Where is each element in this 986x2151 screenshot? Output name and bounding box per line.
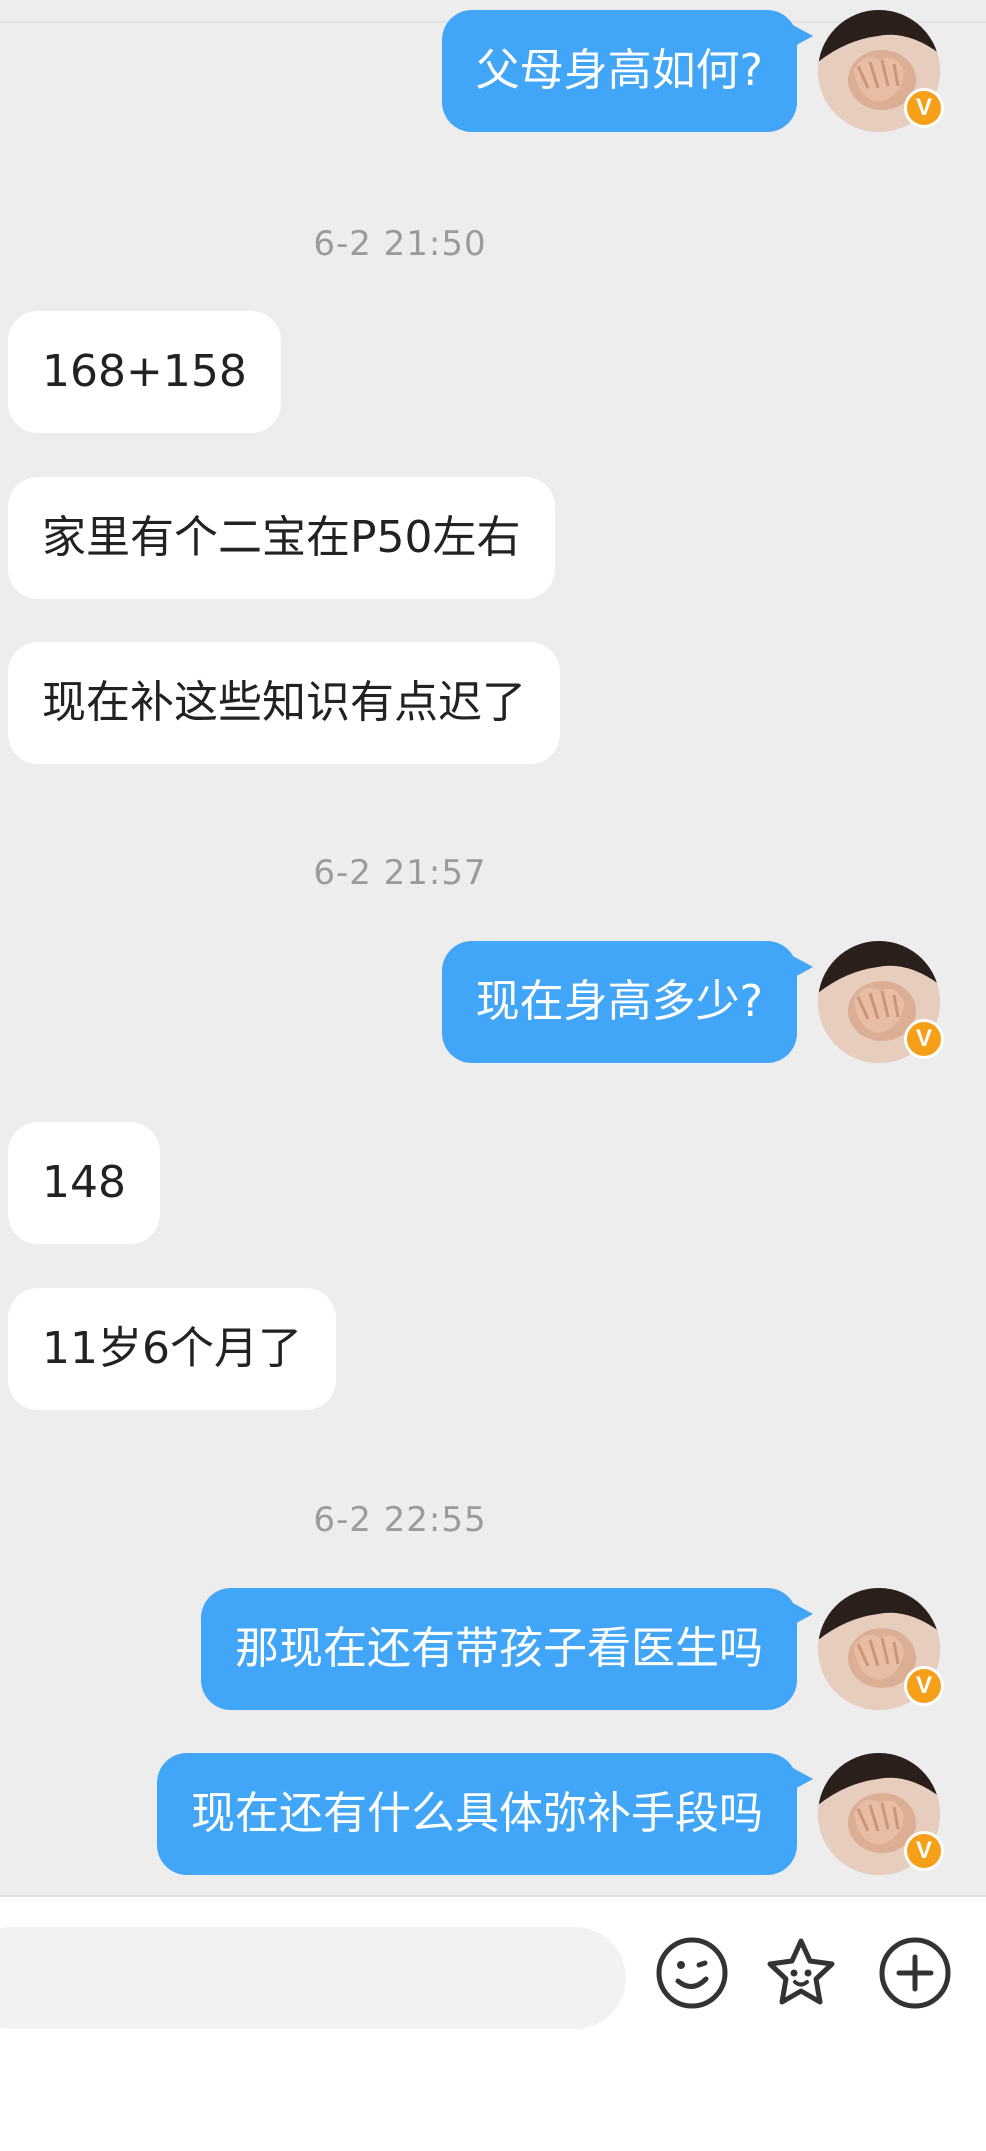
avatar[interactable]: V xyxy=(818,1588,944,1710)
avatar[interactable]: V xyxy=(818,1753,944,1875)
verified-badge: V xyxy=(904,88,944,128)
timestamp: 6-2 21:57 xyxy=(313,853,487,893)
add-icon[interactable] xyxy=(877,1935,953,2011)
input-bar xyxy=(0,1895,986,2151)
verified-badge: V xyxy=(904,1831,944,1871)
avatar[interactable]: V xyxy=(818,941,944,1063)
outgoing-message[interactable]: 现在还有什么具体弥补手段吗 xyxy=(157,1753,813,1875)
outgoing-message[interactable]: 父母身高如何? xyxy=(441,10,814,132)
verified-badge: V xyxy=(904,1019,944,1059)
timestamp: 6-2 21:50 xyxy=(313,224,487,264)
incoming-message[interactable]: 11岁6个月了 xyxy=(8,1288,336,1410)
avatar[interactable]: V xyxy=(818,10,944,132)
outgoing-message[interactable]: 现在身高多少? xyxy=(441,941,814,1063)
emoji-icon[interactable] xyxy=(654,1935,730,2011)
incoming-message[interactable]: 148 xyxy=(8,1122,160,1244)
incoming-message[interactable]: 家里有个二宝在P50左右 xyxy=(8,477,555,599)
message-input[interactable] xyxy=(0,1927,626,2029)
outgoing-message[interactable]: 那现在还有带孩子看医生吗 xyxy=(201,1588,813,1710)
incoming-message[interactable]: 168+158 xyxy=(8,311,281,433)
verified-badge: V xyxy=(904,1666,944,1706)
incoming-message[interactable]: 现在补这些知识有点迟了 xyxy=(8,642,560,764)
sticker-icon[interactable] xyxy=(763,1935,839,2011)
timestamp: 6-2 22:55 xyxy=(313,1500,487,1540)
chat-area[interactable]: 父母身高如何? V 6-2 21:50 168+158 家里有个二宝在P50左右… xyxy=(0,0,986,1895)
